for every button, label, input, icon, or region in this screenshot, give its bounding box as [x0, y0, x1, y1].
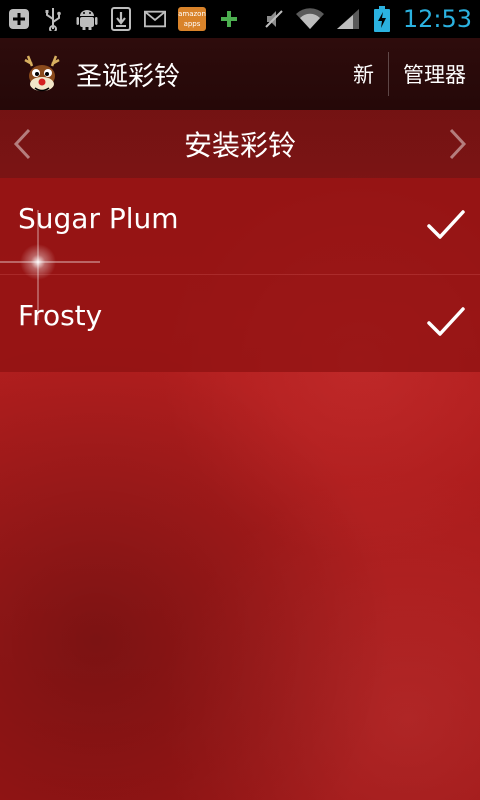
action-bar: 圣诞彩铃 新 管理器 — [0, 38, 480, 110]
checkmark-icon[interactable] — [426, 305, 466, 339]
app-title: 圣诞彩铃 — [76, 61, 181, 92]
reindeer-logo-icon[interactable] — [20, 52, 64, 96]
wifi-icon — [295, 8, 325, 30]
mute-icon — [263, 8, 285, 30]
list-item[interactable]: Sugar Plum — [0, 178, 480, 275]
signal-icon — [335, 8, 361, 30]
page-nav: 安装彩铃 — [0, 110, 480, 178]
page-title: 安装彩铃 — [183, 129, 296, 162]
notification-icons: amazon apps — [8, 7, 240, 31]
chevron-left-icon[interactable] — [0, 110, 44, 178]
new-button[interactable]: 新 — [339, 38, 388, 110]
ringtone-list: Sugar Plum Frosty — [0, 178, 480, 372]
checkmark-icon[interactable] — [426, 208, 466, 242]
usb-icon — [42, 8, 64, 31]
ringtone-name: Frosty — [18, 299, 103, 332]
amazon-appstore-icon: amazon apps — [178, 7, 206, 31]
gmail-icon — [144, 8, 166, 30]
clock: 12:53 — [402, 5, 472, 33]
list-item[interactable]: Frosty — [0, 275, 480, 372]
system-icons: 12:53 — [263, 5, 472, 33]
android-debug-icon — [76, 8, 98, 30]
chevron-right-icon[interactable] — [436, 110, 480, 178]
apps-text: apps — [184, 20, 201, 28]
download-icon — [110, 7, 132, 31]
status-bar: amazon apps 12:53 — [0, 0, 480, 38]
ringtone-name: Sugar Plum — [18, 202, 179, 235]
battery-charging-icon — [371, 6, 393, 32]
plus-icon — [218, 8, 240, 30]
add-icon — [8, 8, 30, 30]
manager-button[interactable]: 管理器 — [389, 38, 480, 110]
amazon-text: amazon — [178, 10, 206, 18]
